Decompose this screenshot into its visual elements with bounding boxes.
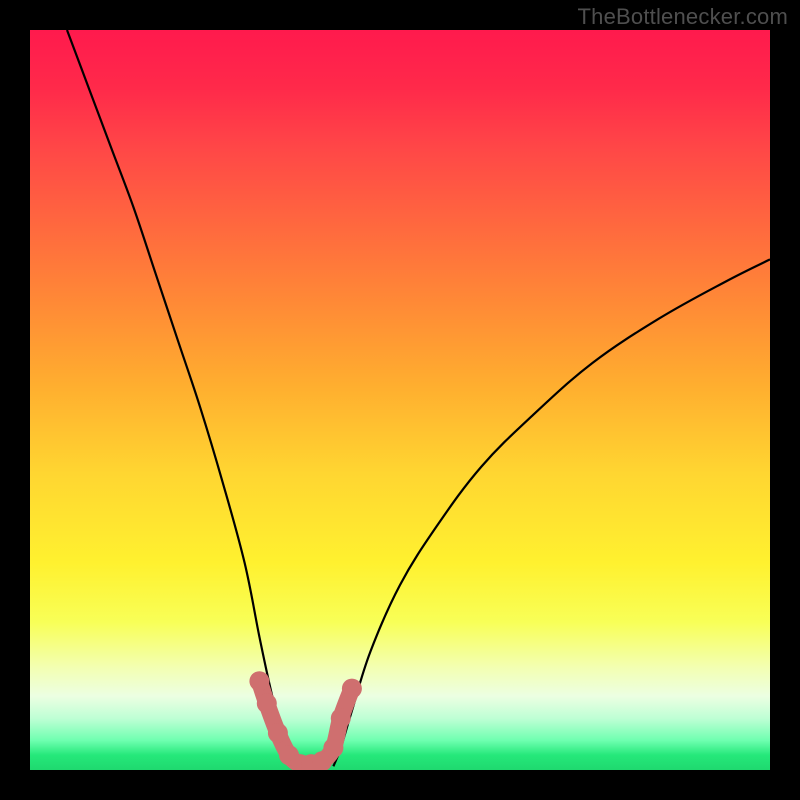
right-curve-path bbox=[333, 259, 770, 766]
curve-layer bbox=[30, 30, 770, 770]
band-marker bbox=[342, 679, 362, 699]
left-curve-path bbox=[67, 30, 296, 766]
plot-area bbox=[30, 30, 770, 770]
band-marker bbox=[257, 693, 277, 713]
chart-frame: TheBottlenecker.com bbox=[0, 0, 800, 800]
band-marker bbox=[323, 738, 343, 758]
band-marker bbox=[249, 671, 269, 691]
band-marker bbox=[331, 708, 351, 728]
band-marker bbox=[268, 723, 288, 743]
watermark-text: TheBottlenecker.com bbox=[578, 4, 788, 30]
